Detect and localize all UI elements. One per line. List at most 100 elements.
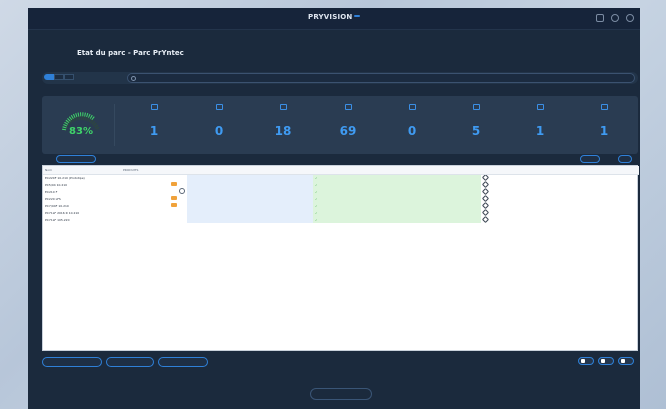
- check-icon: ✓: [315, 175, 318, 180]
- grid-icon[interactable]: [596, 14, 604, 22]
- antivirus-cell: [551, 188, 577, 195]
- edit-icon[interactable]: [481, 174, 490, 181]
- stat-2-value: 0: [214, 124, 224, 138]
- last-state-cell[interactable]: [187, 209, 313, 216]
- stat-8-label: [574, 114, 634, 122]
- machine-name: EC210 F: [45, 189, 58, 194]
- serial-cell: [495, 202, 523, 209]
- top-icons: [596, 14, 634, 22]
- diff-cell: ✓: [313, 216, 481, 223]
- stat-5[interactable]: 0: [382, 100, 442, 150]
- edit-icon[interactable]: [481, 209, 490, 216]
- bottom-actions: [42, 355, 638, 369]
- table-row[interactable]: PC71LF 105.220 ✓: [43, 216, 639, 223]
- edit-icon[interactable]: [481, 202, 490, 209]
- os-cell: [603, 216, 639, 223]
- col-header-7[interactable]: [523, 166, 551, 175]
- col-header-6[interactable]: [495, 166, 523, 175]
- version-cell: [523, 181, 551, 188]
- edit-icon[interactable]: [481, 195, 490, 202]
- toolbar-left-button[interactable]: [56, 155, 96, 163]
- col-header-4[interactable]: [313, 166, 481, 175]
- last-state-cell[interactable]: [187, 195, 313, 202]
- last-state-cell[interactable]: [187, 174, 313, 181]
- col-header-3[interactable]: [187, 166, 313, 175]
- edit-icon[interactable]: [481, 216, 490, 223]
- search-field[interactable]: [127, 73, 635, 83]
- stat-6-value: 5: [471, 124, 481, 138]
- col9-cell: [577, 174, 603, 181]
- stat-3[interactable]: 18: [253, 100, 313, 150]
- filter-tab-3[interactable]: [64, 74, 74, 80]
- col9-cell: [577, 216, 603, 223]
- stat-4-icon: [344, 104, 352, 110]
- last-state-cell[interactable]: [187, 216, 313, 223]
- stat-1-icon: [150, 104, 158, 110]
- availability-gauge: [62, 112, 100, 131]
- stat-5-value: 0: [407, 124, 417, 138]
- col-header-9[interactable]: [577, 166, 603, 175]
- edit-icon[interactable]: [481, 188, 490, 195]
- version-cell: [523, 209, 551, 216]
- product-cell: [121, 174, 177, 181]
- export-icon-1[interactable]: [578, 357, 594, 365]
- status-cell: [177, 181, 187, 188]
- bottom-left-button[interactable]: [42, 357, 102, 367]
- filter-tab-2[interactable]: [54, 74, 64, 80]
- machine-name: PC7/04F 10.210: [45, 203, 69, 208]
- last-state-cell[interactable]: [187, 202, 313, 209]
- toolbar-right-button[interactable]: [580, 155, 600, 163]
- stat-2[interactable]: 0: [189, 100, 249, 150]
- serial-cell: [495, 209, 523, 216]
- col-header-0[interactable]: Nom: [43, 166, 121, 175]
- top-bar: PRYVISION: [28, 8, 640, 30]
- col-header-8[interactable]: [551, 166, 577, 175]
- table-row[interactable]: PC7/04F 10.210 ✓: [43, 202, 639, 209]
- os-cell: [603, 174, 639, 181]
- col9-cell: [577, 202, 603, 209]
- settings-icon[interactable]: [626, 14, 634, 22]
- table-row[interactable]: EC210 F ✓: [43, 188, 639, 195]
- last-state-cell[interactable]: [187, 181, 313, 188]
- antivirus-cell: [551, 209, 577, 216]
- brand-badge: [354, 15, 360, 17]
- stat-4-label: [318, 114, 378, 122]
- warning-badge-icon: [171, 203, 177, 207]
- col-header-5[interactable]: [481, 166, 495, 175]
- diff-cell: ✓: [313, 202, 481, 209]
- stat-1[interactable]: 1: [124, 100, 184, 150]
- col-header-2[interactable]: [177, 166, 187, 175]
- os-cell: [603, 188, 639, 195]
- back-button[interactable]: [310, 388, 372, 400]
- table-row[interactable]: EC220F 10.210 (Prototipe) ✓: [43, 174, 639, 181]
- stat-8[interactable]: 1: [574, 100, 634, 150]
- table-row[interactable]: PC5/04 10.210 ✓: [43, 181, 639, 188]
- machine-name: PC220 LFS: [45, 196, 61, 201]
- os-cell: [603, 195, 639, 202]
- col9-cell: [577, 181, 603, 188]
- fleet-table-grid: Nom PRODUITS EC220F 10.210 (Prototipe) ✓…: [43, 166, 639, 223]
- profile-icon[interactable]: [611, 14, 619, 22]
- stat-7[interactable]: 1: [510, 100, 570, 150]
- last-state-cell[interactable]: [187, 188, 313, 195]
- check-icon: ✓: [315, 189, 318, 194]
- antivirus-cell: [551, 181, 577, 188]
- table-row[interactable]: PC71LF 2016 R 10.210 ✓: [43, 209, 639, 216]
- bottom-mid-button[interactable]: [106, 357, 154, 367]
- bottom-right-button[interactable]: [158, 357, 208, 367]
- stat-6[interactable]: 5: [446, 100, 506, 150]
- stat-3-value: 18: [274, 124, 292, 138]
- table-row[interactable]: PC220 LFS ✓: [43, 195, 639, 202]
- machine-name: PC71LF 105.220: [45, 217, 70, 222]
- col-header-10[interactable]: [603, 166, 639, 175]
- diff-cell: ✓: [313, 188, 481, 195]
- export-icon-3[interactable]: [618, 357, 634, 365]
- edit-icon[interactable]: [481, 181, 490, 188]
- col-header-1[interactable]: PRODUITS: [121, 166, 177, 175]
- stat-4[interactable]: 69: [318, 100, 378, 150]
- export-icon-2[interactable]: [598, 357, 614, 365]
- stat-6-label: [446, 114, 506, 122]
- filter-tab-1[interactable]: [44, 74, 54, 80]
- toolbar-right-small[interactable]: [618, 155, 632, 163]
- stat-1-label: [124, 114, 184, 122]
